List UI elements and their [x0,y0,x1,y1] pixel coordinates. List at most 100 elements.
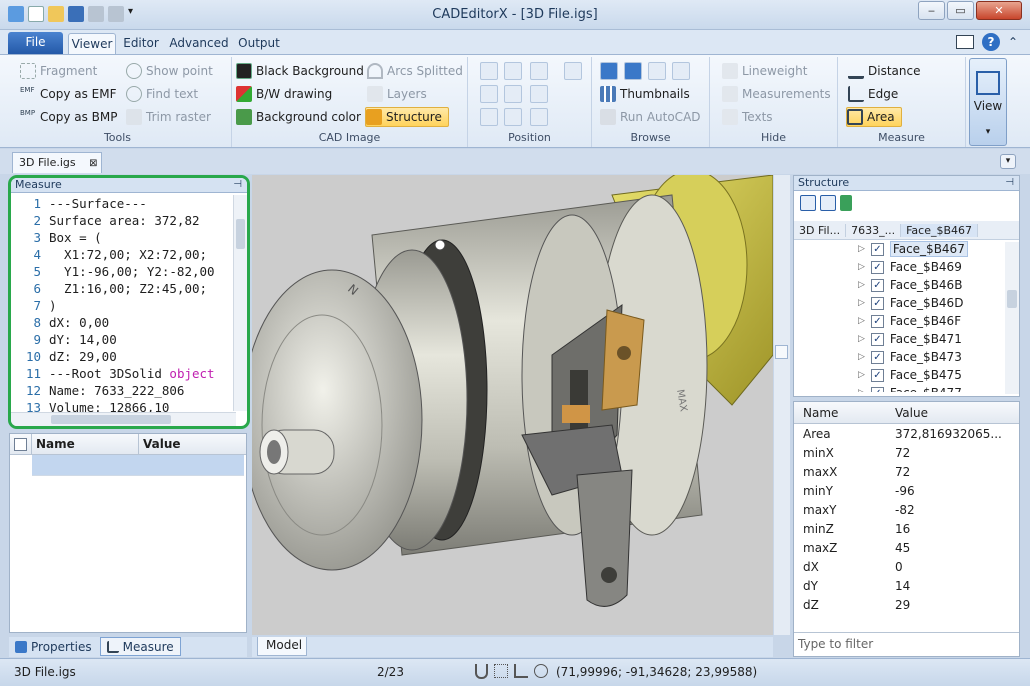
tree-node[interactable]: ▷ ✓ Face_$B46F [794,312,1019,330]
canvas-vertical-scrollbar[interactable] [774,175,790,635]
property-row[interactable]: Area 372,816932065... [794,424,1019,443]
expand-arrow-icon[interactable]: ▷ [858,298,865,308]
properties-value-header[interactable]: Value [895,406,1019,420]
tree-vertical-scrollbar[interactable] [1005,242,1019,394]
node-checkbox[interactable]: ✓ [870,368,884,382]
breadcrumb-item[interactable]: Face_$B467 [901,223,979,237]
expand-arrow-icon[interactable]: ▷ [858,280,865,290]
expand-arrow-icon[interactable]: ▷ [858,388,865,392]
node-checkbox[interactable]: ✓ [870,350,884,364]
node-checkbox[interactable]: ✓ [870,296,884,310]
view-mode-icon[interactable] [530,108,548,126]
view-button[interactable]: View ▾ [969,58,1007,146]
property-row[interactable]: maxX 72 [794,462,1019,481]
drawing-canvas[interactable]: N MAX [252,175,773,635]
node-checkbox[interactable]: ✓ [870,386,884,392]
zoom-window-icon[interactable] [504,62,522,80]
measurements-button[interactable]: Measurements [722,84,831,104]
tree-node[interactable]: ▷ ✓ Face_$B46B [794,276,1019,294]
fit-window-icon[interactable] [504,85,522,103]
measure-horizontal-scrollbar[interactable] [11,412,236,426]
tree-node[interactable]: ▷ ✓ Face_$B477 [794,384,1019,392]
pin-icon[interactable]: ⊣ [1005,176,1014,190]
select-all-checkbox[interactable] [14,437,27,451]
find-text-button[interactable]: Find text [126,84,198,104]
property-row[interactable]: minX 72 [794,443,1019,462]
measure-vertical-scrollbar[interactable] [233,195,247,411]
tab-viewer[interactable]: Viewer [68,33,116,54]
edge-button[interactable]: Edge [848,84,898,104]
orbit-icon[interactable] [504,108,522,126]
tab-output[interactable]: Output [235,33,283,54]
tree-node[interactable]: ▷ ✓ Face_$B469 [794,258,1019,276]
grid-name-header[interactable]: Name [32,434,139,454]
refresh-icon[interactable] [840,195,852,211]
node-checkbox[interactable]: ✓ [870,242,884,256]
node-checkbox[interactable]: ✓ [870,278,884,292]
view-3d-icon[interactable] [480,108,498,126]
browse-folder-icon[interactable] [672,62,690,80]
tree-node[interactable]: ▷ ✓ Face_$B46D [794,294,1019,312]
help-icon[interactable]: ? [981,33,1000,51]
tab-measure[interactable]: Measure [99,637,181,656]
black-background-button[interactable]: Black Background [236,61,364,81]
expand-arrow-icon[interactable]: ▷ [858,334,865,344]
property-row[interactable]: maxY -82 [794,500,1019,519]
node-checkbox[interactable]: ✓ [870,314,884,328]
expand-arrow-icon[interactable]: ▷ [858,244,865,254]
tab-properties[interactable]: Properties [9,637,98,656]
tab-editor[interactable]: Editor [119,33,163,54]
document-tab[interactable]: 3D File.igs ⊠ [12,152,102,173]
tree-node[interactable]: ▷ ✓ Face_$B471 [794,330,1019,348]
file-tab[interactable]: File [8,32,63,54]
breadcrumb-item[interactable]: 7633_... [846,223,902,237]
property-row[interactable]: dX 0 [794,557,1019,576]
fragment-button[interactable]: Fragment [20,61,97,81]
zoom-icon[interactable] [530,62,548,80]
grid-value-header[interactable]: Value [139,434,246,454]
close-tab-icon[interactable]: ⊠ [89,158,97,169]
property-row[interactable]: minY -96 [794,481,1019,500]
tab-list-dropdown-icon[interactable]: ▾ [1000,154,1016,169]
polar-tracking-icon[interactable] [534,664,548,678]
show-point-button[interactable]: Show point [126,61,213,81]
zoom-extents-icon[interactable] [530,85,548,103]
ortho-icon[interactable] [514,664,528,678]
expand-arrow-icon[interactable]: ▷ [858,370,865,380]
copy-as-emf-button[interactable]: EMF Copy as EMF [20,84,117,104]
properties-name-header[interactable]: Name [794,406,895,420]
ribbon-options-icon[interactable]: ⌃ [1008,35,1018,49]
minimize-button[interactable]: ‒ [918,1,945,20]
refresh-icon[interactable] [648,62,666,80]
pin-icon[interactable]: ⊣ [233,178,242,192]
hand-icon[interactable] [564,62,582,80]
maximize-button[interactable]: ▭ [947,1,974,20]
filter-input[interactable]: Type to filter [794,632,1019,656]
window-layout-icon[interactable] [955,35,974,49]
rotate-3d-icon[interactable] [480,85,498,103]
distance-button[interactable]: Distance [848,61,920,81]
copy-as-bmp-button[interactable]: BMP Copy as BMP [20,107,118,127]
view-dropdown-icon[interactable]: ▾ [970,127,1006,137]
bw-drawing-button[interactable]: B/W drawing [236,84,332,104]
tab-advanced[interactable]: Advanced [167,33,231,54]
arcs-splitted-button[interactable]: Arcs Splitted [367,61,463,81]
property-row[interactable]: dZ 29 [794,595,1019,614]
forward-arrow-icon[interactable] [624,62,642,80]
grid-selected-row[interactable] [32,455,244,476]
back-arrow-icon[interactable] [600,62,618,80]
expand-all-icon[interactable] [800,195,816,211]
thumbnails-button[interactable]: Thumbnails [600,84,690,104]
node-checkbox[interactable]: ✓ [870,332,884,346]
layers-button[interactable]: Layers [367,84,427,104]
expand-arrow-icon[interactable]: ▷ [858,316,865,326]
property-row[interactable]: minZ 16 [794,519,1019,538]
area-button[interactable]: Area [846,107,902,127]
property-row[interactable]: maxZ 45 [794,538,1019,557]
expand-arrow-icon[interactable]: ▷ [858,262,865,272]
property-row[interactable]: dY 14 [794,576,1019,595]
trim-raster-button[interactable]: Trim raster [126,107,211,127]
collapse-all-icon[interactable] [820,195,836,211]
close-button[interactable]: ✕ [976,1,1022,20]
expand-arrow-icon[interactable]: ▷ [858,352,865,362]
